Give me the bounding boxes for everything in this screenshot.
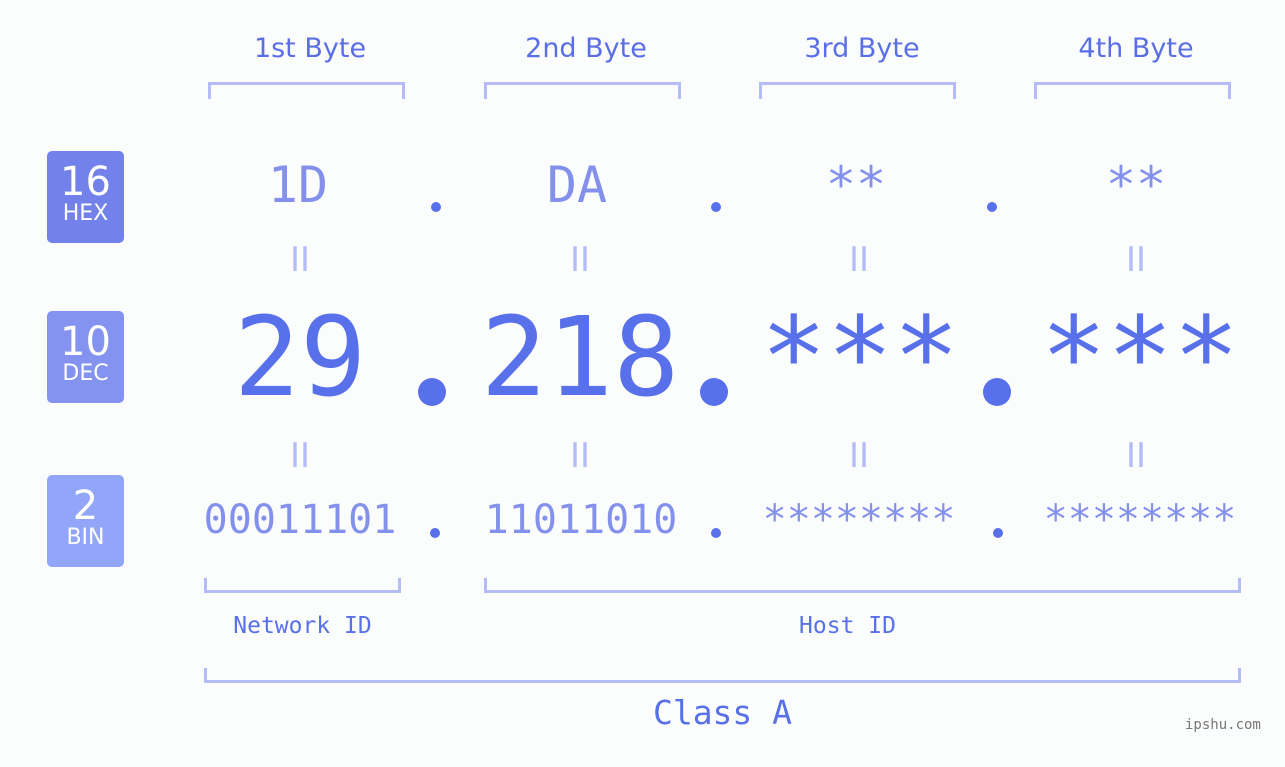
byte-bracket-4 bbox=[1034, 82, 1231, 99]
byte-header-3: 3rd Byte bbox=[804, 33, 920, 64]
byte-bracket-1 bbox=[208, 82, 405, 99]
dec-badge-base: 10 bbox=[60, 319, 111, 365]
hex-byte-3: ** bbox=[825, 156, 887, 214]
dec-byte-2: 218 bbox=[480, 293, 680, 421]
hex-byte-1: 1D bbox=[267, 156, 329, 214]
byte-bracket-3 bbox=[759, 82, 956, 99]
byte-header-1: 1st Byte bbox=[253, 33, 367, 64]
bin-byte-2: 11011010 bbox=[484, 497, 678, 543]
hex-dot-3 bbox=[987, 202, 997, 212]
dec-dot-1 bbox=[418, 378, 446, 406]
equals-icon: II bbox=[1125, 240, 1147, 280]
hex-byte-4: ** bbox=[1105, 156, 1167, 214]
host-id-label: Host ID bbox=[799, 613, 896, 639]
class-label: Class A bbox=[652, 693, 793, 732]
bin-byte-3: ******** bbox=[762, 497, 956, 543]
equals-icon: II bbox=[848, 436, 870, 476]
equals-icon: II bbox=[1125, 436, 1147, 476]
byte-header-2: 2nd Byte bbox=[525, 33, 647, 64]
network-id-bracket bbox=[204, 578, 401, 593]
dec-byte-4: *** bbox=[1040, 293, 1240, 421]
network-id-label: Network ID bbox=[233, 613, 372, 639]
bin-dot-1 bbox=[430, 528, 440, 538]
host-id-bracket bbox=[484, 578, 1241, 593]
hex-byte-2: DA bbox=[546, 156, 608, 214]
dec-badge: 10 DEC bbox=[47, 311, 124, 403]
byte-header-4: 4th Byte bbox=[1078, 33, 1194, 64]
byte-bracket-2 bbox=[484, 82, 681, 99]
equals-icon: II bbox=[289, 240, 311, 280]
site-watermark: ipshu.com bbox=[1185, 717, 1261, 733]
bin-badge-base: 2 bbox=[72, 483, 99, 529]
class-bracket bbox=[204, 668, 1241, 683]
dec-dot-2 bbox=[700, 378, 728, 406]
hex-badge-base: 16 bbox=[60, 159, 111, 205]
dec-dot-3 bbox=[983, 378, 1011, 406]
equals-icon: II bbox=[289, 436, 311, 476]
dec-byte-3: *** bbox=[760, 293, 960, 421]
bin-dot-3 bbox=[993, 528, 1003, 538]
dec-badge-label: DEC bbox=[62, 361, 109, 386]
bin-dot-2 bbox=[711, 528, 721, 538]
equals-icon: II bbox=[569, 436, 591, 476]
hex-badge: 16 HEX bbox=[47, 151, 124, 243]
bin-badge-label: BIN bbox=[66, 525, 105, 550]
equals-icon: II bbox=[848, 240, 870, 280]
bin-badge: 2 BIN bbox=[47, 475, 124, 567]
hex-dot-1 bbox=[431, 202, 441, 212]
bin-byte-1: 00011101 bbox=[203, 497, 397, 543]
hex-dot-2 bbox=[711, 202, 721, 212]
dec-byte-1: 29 bbox=[233, 293, 367, 421]
bin-byte-4: ******** bbox=[1043, 497, 1237, 543]
equals-icon: II bbox=[569, 240, 591, 280]
hex-badge-label: HEX bbox=[62, 201, 109, 226]
